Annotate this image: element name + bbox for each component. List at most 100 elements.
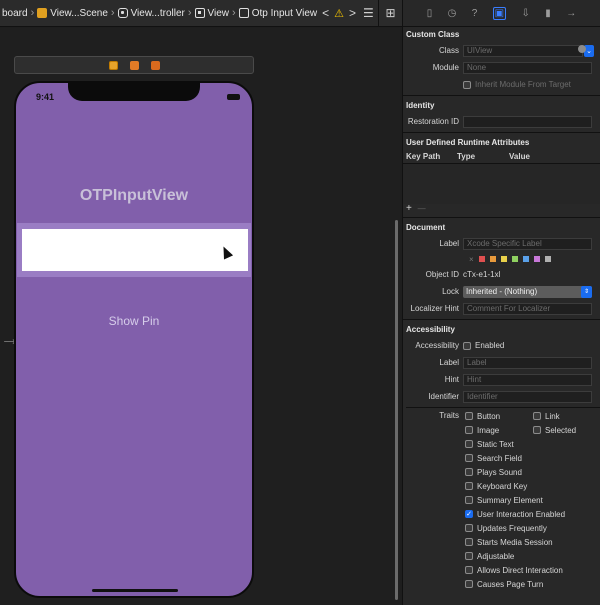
trait-checkbox[interactable]	[465, 412, 473, 420]
lock-select[interactable]: Inherited - (Nothing) ⇕	[463, 285, 592, 298]
crumb-label: View...Scene	[50, 7, 108, 19]
trait-adjustable[interactable]: Adjustable	[465, 551, 600, 561]
connections-inspector-icon[interactable]: →	[566, 8, 576, 19]
show-pin-button[interactable]: Show Pin	[16, 314, 252, 328]
trait-checkbox[interactable]	[465, 524, 473, 532]
swatch-orange[interactable]	[489, 256, 496, 262]
trait-label: Updates Frequently	[477, 523, 547, 533]
acc-hint-input[interactable]: Hint	[463, 373, 592, 386]
trait-image[interactable]: Image	[465, 425, 533, 435]
crumb-view[interactable]: View	[193, 8, 232, 19]
trait-checkbox[interactable]	[465, 426, 473, 434]
lock-value: Inherited - (Nothing)	[466, 287, 538, 296]
swatch-green[interactable]	[511, 256, 518, 262]
trait-checkbox[interactable]	[465, 580, 473, 588]
trait-selected[interactable]: Selected	[533, 425, 600, 435]
swatch-blue[interactable]	[522, 256, 529, 262]
no-color-icon[interactable]: ×	[469, 255, 474, 264]
add-attribute-button[interactable]: +	[406, 203, 412, 214]
trait-checkbox[interactable]	[465, 482, 473, 490]
swatch-gray[interactable]	[544, 256, 551, 262]
module-select[interactable]: None	[463, 61, 592, 74]
trait-checkbox[interactable]	[465, 468, 473, 476]
trait-search-field[interactable]: Search Field	[465, 453, 600, 463]
trait-checkbox[interactable]	[533, 412, 541, 420]
trait-checkbox[interactable]	[465, 566, 473, 574]
trait-updates-frequently[interactable]: Updates Frequently	[465, 523, 600, 533]
trait-checkbox[interactable]	[465, 538, 473, 546]
acc-label-input[interactable]: Label	[463, 356, 592, 369]
crumb-scene[interactable]: View...Scene	[35, 8, 110, 19]
localizer-hint-label: Localizer Hint	[410, 304, 459, 313]
split-editor-icon[interactable]: ⊞	[378, 0, 402, 27]
swatch-red[interactable]	[478, 256, 485, 262]
trait-label: Starts Media Session	[477, 537, 553, 547]
trait-button[interactable]: Button	[465, 411, 533, 421]
otp-text-field[interactable]	[22, 229, 248, 271]
trait-checkbox[interactable]	[465, 496, 473, 504]
acc-identifier-input[interactable]: Identifier	[463, 390, 592, 403]
view-controller-icon[interactable]	[108, 60, 118, 70]
section-runtime-attributes: User Defined Runtime Attributes	[406, 138, 530, 147]
checkmark-icon[interactable]: ✓	[465, 510, 473, 518]
history-icon[interactable]: ◷	[448, 8, 457, 19]
status-time: 9:41	[36, 92, 55, 102]
identity-inspector-icon[interactable]: ▣	[492, 6, 507, 20]
help-icon[interactable]: ?	[472, 8, 478, 19]
crumb-otp-input-view[interactable]: Otp Input View	[237, 8, 319, 19]
section-identity: Identity	[406, 101, 435, 110]
trait-checkbox[interactable]	[465, 552, 473, 560]
nav-back-icon[interactable]: <	[319, 6, 332, 20]
trait-label: Search Field	[477, 453, 522, 463]
trait-label: Keyboard Key	[477, 481, 528, 491]
restoration-id-input[interactable]	[463, 115, 592, 128]
class-input[interactable]: UIView	[463, 44, 583, 57]
go-to-icon[interactable]	[578, 45, 586, 53]
key-path-header[interactable]: Key Path	[403, 152, 453, 161]
scrollbar[interactable]	[395, 220, 398, 600]
trait-static-text[interactable]: Static Text	[465, 439, 600, 449]
trait-starts-media-session[interactable]: Starts Media Session	[465, 537, 600, 547]
acc-label-label: Label	[439, 358, 459, 367]
localizer-hint-input[interactable]: Comment For Localizer	[463, 302, 592, 315]
runtime-attributes-table[interactable]	[403, 164, 600, 204]
inherit-label: Inherit Module From Target	[475, 80, 571, 89]
trait-allows-direct-interaction[interactable]: Allows Direct Interaction	[465, 565, 600, 575]
scene-dock[interactable]	[14, 56, 254, 74]
stepper-icon[interactable]: ⇕	[581, 285, 592, 298]
storyboard-canvas[interactable]: → 9:41 OTPInputView Show Pin	[0, 28, 400, 605]
trait-checkbox[interactable]	[465, 454, 473, 462]
label-color-swatches: ×	[403, 252, 600, 266]
trait-keyboard-key[interactable]: Keyboard Key	[465, 481, 600, 491]
trait-checkbox[interactable]	[533, 426, 541, 434]
lines-icon[interactable]: ☰	[359, 6, 378, 20]
inherit-checkbox[interactable]	[463, 80, 471, 89]
object-id-row: Object ID cTx-e1-1xl	[403, 266, 600, 283]
doc-label-input[interactable]: Xcode Specific Label	[463, 237, 592, 250]
trait-summary-element[interactable]: Summary Element	[465, 495, 600, 505]
size-inspector-icon[interactable]: ▮	[545, 8, 551, 19]
swatch-yellow[interactable]	[500, 256, 507, 262]
divider	[403, 132, 600, 133]
swatch-purple[interactable]	[533, 256, 540, 262]
crumb-controller[interactable]: View...troller	[116, 8, 187, 19]
page-title[interactable]: OTPInputView	[16, 187, 252, 205]
nav-forward-icon[interactable]: >	[346, 6, 359, 20]
trait-causes-page-turn[interactable]: Causes Page Turn	[465, 579, 600, 589]
trait-plays-sound[interactable]: Plays Sound	[465, 467, 600, 477]
value-header[interactable]: Value	[505, 152, 530, 161]
remove-attribute-button[interactable]: —	[418, 204, 426, 213]
otp-input-view[interactable]	[17, 223, 251, 277]
first-responder-icon[interactable]	[129, 60, 139, 70]
iphone-frame[interactable]: 9:41 OTPInputView Show Pin	[14, 81, 254, 598]
trait-link[interactable]: Link	[533, 411, 600, 421]
trait-user-interaction-enabled[interactable]: ✓ User Interaction Enabled	[465, 509, 600, 519]
accessibility-enabled-checkbox[interactable]	[463, 341, 471, 350]
crumb-storyboard[interactable]: board	[0, 8, 30, 19]
type-header[interactable]: Type	[453, 152, 505, 161]
exit-icon[interactable]	[150, 60, 160, 70]
trait-checkbox[interactable]	[465, 440, 473, 448]
file-inspector-icon[interactable]: ▯	[427, 8, 433, 19]
attributes-inspector-icon[interactable]: ⇩	[522, 8, 530, 19]
warning-icon[interactable]: ⚠	[332, 7, 346, 20]
